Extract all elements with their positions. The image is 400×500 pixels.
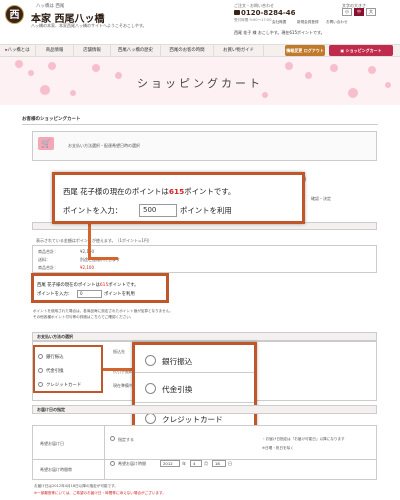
points-note-2: その他各種ポイント付与等の詳細はこちらでご確認ください。 (33, 315, 134, 319)
free-dial-icon (234, 10, 240, 15)
points-input-suffix: ポイントを利用 (180, 206, 232, 215)
step-confirm-label: 確認・決定 (311, 196, 331, 201)
nav-guide[interactable]: お買い物ガイド (214, 44, 264, 57)
store-tagline: 八ッ橋は 西尾 (36, 4, 65, 9)
radio-date-specify[interactable] (110, 436, 115, 441)
delivery-section-header (32, 405, 377, 414)
business-hours: 受付時間 9:00〜17:00 (234, 18, 272, 22)
payment-section-header (32, 332, 377, 341)
radio-cod-small[interactable] (38, 368, 43, 373)
shopping-cart-button[interactable]: ▣ ショッピングカート (329, 45, 393, 56)
year-select[interactable]: 2012 (160, 460, 180, 467)
total-label: 商品合計： (38, 265, 58, 270)
delivery-note-2: ※一部離島等にいては、ご希望のお届け日・時間帯に添えない場合がございます。 (34, 491, 166, 495)
cart-heading: お客様のショッピングカート (22, 117, 81, 122)
delivery-heading: お届け日の指定 (37, 407, 65, 412)
link-register[interactable]: 新規会員登録 (297, 20, 319, 25)
points-note: 表示されている金額はポイントが使えます。（1ポイント=1円） (36, 238, 152, 243)
radio-cod[interactable] (145, 383, 156, 394)
points-message: 西尾 花子様の現在のポイントは615ポイントです。 (63, 187, 236, 196)
callout-connector (88, 224, 91, 259)
option-cod-small[interactable]: 代金引換 (46, 368, 64, 374)
points-message-small: 西尾 花子様の現在のポイントは615ポイントです。 (37, 283, 139, 288)
date-note-1: ・お届け日指定は「お届け可能日」以降になります (262, 437, 345, 441)
points-input-suffix-small: ポイントを利用 (104, 292, 135, 297)
user-greeting: 西尾 花子 様 おこしやす。現在615ポイントです。 (234, 30, 325, 35)
page-title: ショッピングカート (137, 77, 263, 90)
option-bank-transfer[interactable]: 銀行振込 (162, 356, 192, 367)
nav-time[interactable]: 西尾のお客の時間 (161, 44, 214, 57)
option-credit-card[interactable]: クレジットカード (162, 414, 223, 425)
text-size-small-button[interactable]: 小 (342, 8, 352, 16)
date-specify-label[interactable]: 指定する (118, 437, 134, 443)
radio-time[interactable] (110, 461, 115, 466)
option-card-small[interactable]: クレジットカード (46, 382, 81, 388)
member-logout-button[interactable]: 情報変更 ログアウト (285, 45, 325, 56)
cart-icon: 🛒 (38, 137, 54, 150)
points-input[interactable]: 500 (139, 204, 177, 217)
points-entry-box (31, 273, 169, 303)
option-cash-on-delivery[interactable]: 代金引換 (162, 384, 192, 395)
text-size-medium-button[interactable]: 中 (354, 8, 364, 16)
points-input-small[interactable]: 0 (77, 290, 102, 298)
store-logo[interactable]: 西 (5, 5, 24, 24)
divider (22, 124, 378, 125)
radio-bank[interactable] (145, 355, 156, 366)
delivery-note-1: お届け日は2012年4月18日以降の指定が可能です。 (34, 484, 118, 488)
points-input-label: ポイントを入力： (63, 206, 123, 215)
time-option-label[interactable]: 希望お届け時間 (118, 461, 146, 467)
nav-about[interactable]: ▸八ッ橋とは (0, 44, 36, 57)
radio-bank-small[interactable] (38, 354, 43, 359)
shipping-label: 送料： (38, 257, 50, 262)
radio-card-small[interactable] (38, 382, 43, 387)
text-size-large-button[interactable]: 大 (366, 8, 376, 16)
radio-credit-card[interactable] (145, 413, 156, 424)
delivery-date-label: 希望お届け日 (40, 441, 64, 446)
link-contact[interactable]: お問い合わせ (326, 20, 348, 25)
steps-text: お支払い方法選択・配達希望日時の選択 (68, 143, 140, 148)
nav-stores[interactable]: 店舗情報 (74, 44, 111, 57)
delivery-time-label: 希望お届け時間帯 (40, 467, 72, 472)
total-value: ¥2,100 (80, 265, 94, 270)
points-note-1: ポイントを使用された場合は、各商品毎に設定されたポイント値が加算となりません。 (33, 309, 173, 313)
month-select[interactable]: 4 (190, 460, 202, 467)
delivery-box (32, 425, 377, 480)
date-note-2: ※日曜・祝日を除く (262, 446, 294, 450)
nav-products[interactable]: 商品情報 (36, 44, 74, 57)
payment-heading: お支払い方法の選択 (37, 334, 73, 339)
welcome-text: 八ッ橋の本家、本家西尾八ッ橋のサイトへようこそおこしやす。 (31, 23, 147, 28)
subtotal-value: ¥2,100 (80, 249, 94, 254)
subtotal-label: 商品合計： (38, 249, 58, 254)
points-input-label-small: ポイントを入力： (37, 292, 73, 297)
payment-side-label-3: 現在準備中 (113, 383, 133, 388)
day-select[interactable]: 18 (212, 460, 226, 467)
link-company[interactable]: 会社概要 (272, 20, 286, 25)
points-callout (52, 172, 305, 224)
nav-history[interactable]: 西尾八ッ橋の歴史 (111, 44, 161, 57)
phone-number[interactable]: 0120-8284-46 (241, 9, 296, 17)
payment-side-label-1: 振込先 (113, 349, 125, 354)
callout-connector (103, 368, 134, 371)
option-bank-small[interactable]: 銀行振込 (46, 354, 64, 360)
callout-connector (88, 257, 118, 260)
